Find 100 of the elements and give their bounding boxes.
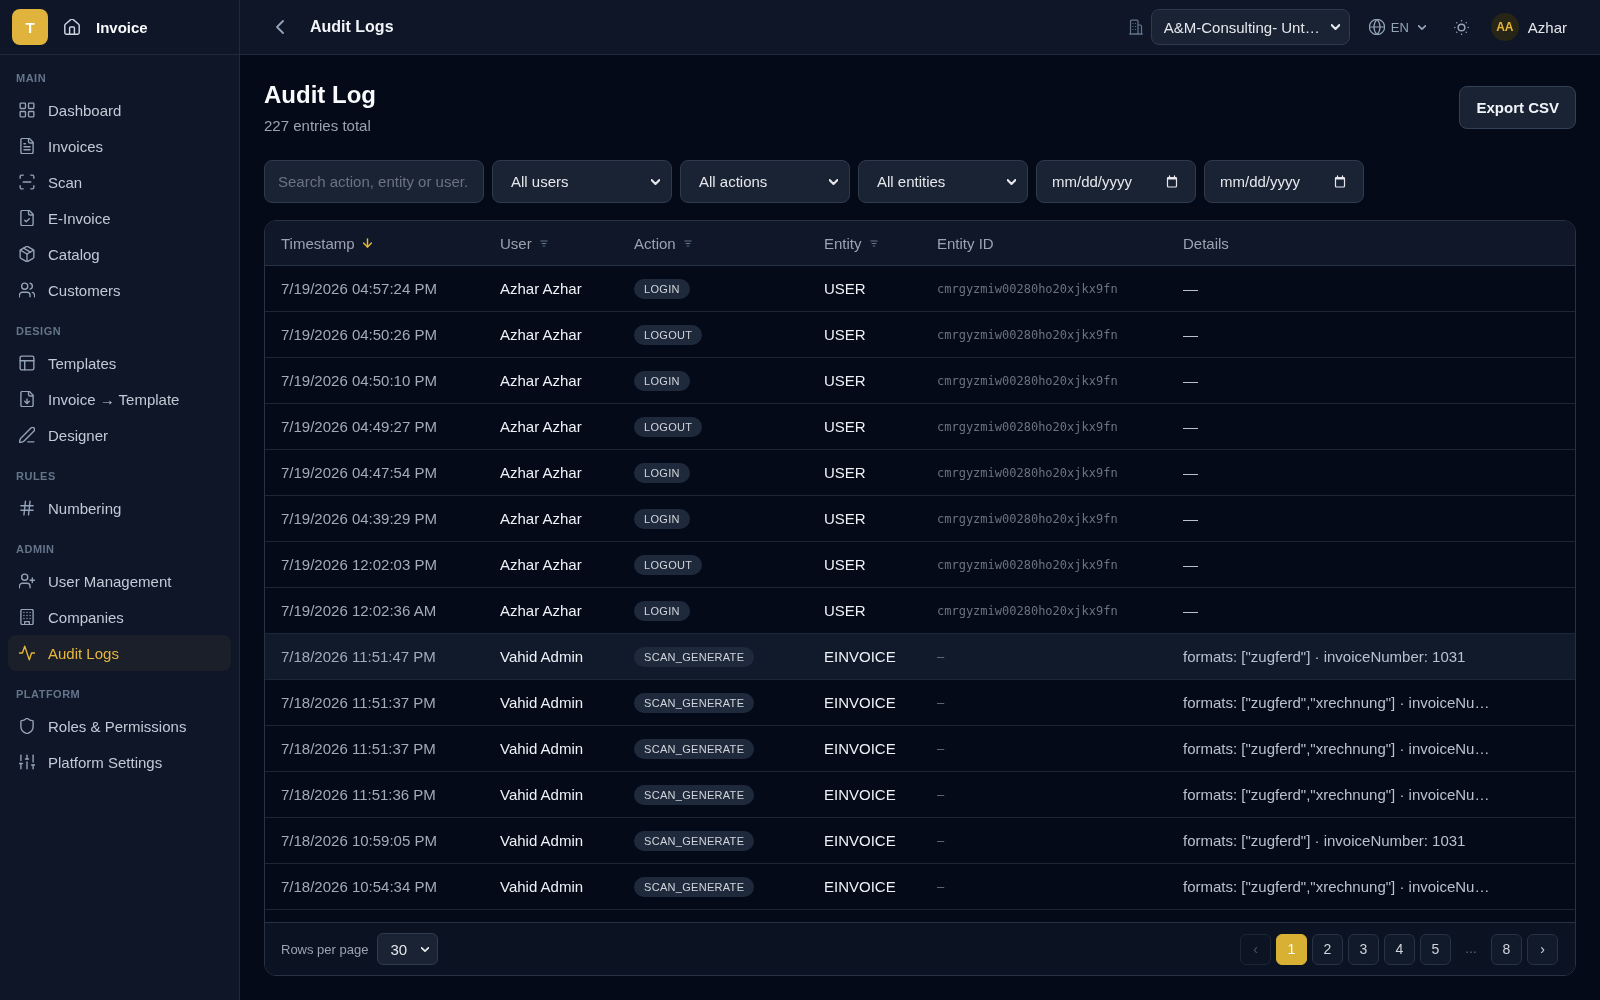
nav-item[interactable]: E-Invoice bbox=[8, 200, 231, 236]
nav-item[interactable]: Catalog bbox=[8, 236, 231, 272]
page-button[interactable]: 4 bbox=[1384, 933, 1415, 965]
document-icon bbox=[19, 138, 35, 154]
chevron-down-icon bbox=[829, 178, 838, 185]
column-header[interactable]: User bbox=[500, 234, 548, 252]
timestamp-text: 7/19/2026 12:02:03 PM bbox=[281, 556, 437, 573]
user-text: Azhar Azhar bbox=[500, 418, 582, 435]
nav-item[interactable]: Scan bbox=[8, 164, 231, 200]
entity-id-text: – bbox=[937, 695, 945, 710]
nav-item[interactable]: User Management bbox=[8, 563, 231, 599]
user-text: Azhar Azhar bbox=[500, 280, 582, 297]
entity-id-text: cmrgyzmiw00280ho20xjkx9fn bbox=[937, 373, 1118, 388]
filter-select[interactable]: All actions bbox=[680, 160, 850, 203]
action-badge: SCAN_GENERATE bbox=[634, 646, 755, 667]
entity-id-text: cmrgyzmiw00280ho20xjkx9fn bbox=[937, 419, 1118, 434]
section-label: ADMIN bbox=[16, 542, 55, 557]
action-badge: LOGIN bbox=[634, 508, 690, 529]
details-text: formats: ["zugferd","xrechnung"] · invoiceNu… bbox=[1183, 878, 1490, 895]
avatar[interactable]: AA bbox=[1490, 13, 1519, 41]
details-text: — bbox=[1183, 556, 1198, 573]
nav-item[interactable]: Designer bbox=[8, 417, 231, 453]
grid-icon bbox=[19, 102, 35, 118]
search-field[interactable]: Search action, entity or user. bbox=[264, 160, 484, 203]
page-button[interactable]: 3 bbox=[1348, 933, 1379, 965]
entity-id-text: – bbox=[937, 649, 945, 664]
user-name: Azhar bbox=[1527, 18, 1567, 36]
timestamp-text: 7/19/2026 04:50:10 PM bbox=[281, 372, 437, 389]
entity-id-text: cmrgyzmiw00280ho20xjkx9fn bbox=[937, 281, 1118, 296]
entity-text: EINVOICE bbox=[824, 786, 896, 803]
nav-item[interactable]: Templates bbox=[8, 345, 231, 381]
rows-per-page-select[interactable]: 30 bbox=[377, 933, 439, 965]
page-button[interactable]: 2 bbox=[1312, 933, 1343, 965]
column-header[interactable]: Action bbox=[634, 234, 692, 252]
document-check-icon bbox=[19, 210, 35, 226]
home-icon[interactable] bbox=[64, 19, 80, 35]
filter-select[interactable]: All users bbox=[492, 160, 672, 203]
calendar-icon[interactable] bbox=[1334, 175, 1346, 188]
date-field[interactable]: mm/dd/yyyy bbox=[1036, 160, 1196, 203]
details-text: formats: ["zugferd"] · invoiceNumber: 1031 bbox=[1183, 648, 1466, 665]
section-label: PLATFORM bbox=[16, 687, 81, 702]
details-text: — bbox=[1183, 418, 1198, 435]
entity-text: USER bbox=[824, 280, 866, 297]
user-text: Vahid Admin bbox=[500, 694, 584, 711]
calendar-icon[interactable] bbox=[1166, 175, 1178, 188]
user-text: Vahid Admin bbox=[500, 740, 584, 757]
box-icon bbox=[19, 246, 35, 262]
chevron-down-icon bbox=[1330, 24, 1340, 30]
chevron-left-icon[interactable] bbox=[276, 20, 284, 34]
action-badge: LOGOUT bbox=[634, 324, 703, 345]
details-text: — bbox=[1183, 372, 1198, 389]
section-label: DESIGN bbox=[16, 324, 62, 339]
nav-item[interactable]: Invoice → Template bbox=[8, 381, 231, 417]
action-badge: LOGOUT bbox=[634, 554, 703, 575]
nav-item[interactable]: Roles & Permissions bbox=[8, 708, 231, 744]
column-header[interactable]: Timestamp bbox=[281, 234, 372, 252]
entity-text: EINVOICE bbox=[824, 878, 896, 895]
app-name: Invoice bbox=[96, 18, 148, 36]
nav-item[interactable]: Customers bbox=[8, 272, 231, 308]
chevron-down-icon bbox=[651, 178, 660, 185]
user-text: Vahid Admin bbox=[500, 786, 584, 803]
export-button[interactable]: Export CSV bbox=[1459, 86, 1576, 129]
nav-item[interactable]: Numbering bbox=[8, 490, 231, 526]
page-button[interactable]: 5 bbox=[1420, 933, 1451, 965]
details-text: — bbox=[1183, 326, 1198, 343]
column-header: Details bbox=[1183, 234, 1229, 252]
app-logo: T bbox=[12, 9, 48, 45]
nav-item[interactable]: Companies bbox=[8, 599, 231, 635]
action-badge: LOGIN bbox=[634, 278, 690, 299]
sun-icon[interactable] bbox=[1453, 19, 1469, 35]
entity-id-text: – bbox=[937, 787, 945, 802]
entry-count: 227 entries total bbox=[264, 116, 371, 136]
user-text: Vahid Admin bbox=[500, 648, 584, 665]
action-badge: LOGIN bbox=[634, 462, 690, 483]
entity-id-text: – bbox=[937, 741, 945, 756]
page-ellipsis: … bbox=[1465, 942, 1477, 956]
nav-item[interactable]: Invoices bbox=[8, 128, 231, 164]
column-header[interactable]: Entity bbox=[824, 234, 878, 252]
nav-item[interactable]: Audit Logs bbox=[8, 635, 231, 671]
entity-text: USER bbox=[824, 556, 866, 573]
language-menu[interactable]: EN bbox=[1368, 19, 1426, 35]
hash-icon bbox=[19, 500, 35, 516]
section-label: RULES bbox=[16, 469, 56, 484]
date-field[interactable]: mm/dd/yyyy bbox=[1204, 160, 1364, 203]
entity-text: USER bbox=[824, 510, 866, 527]
action-badge: SCAN_GENERATE bbox=[634, 876, 755, 897]
user-text: Azhar Azhar bbox=[500, 372, 582, 389]
next-page-button[interactable]: › bbox=[1527, 933, 1558, 965]
entity-text: USER bbox=[824, 372, 866, 389]
company-select[interactable]: A&M-Consulting- Unt… bbox=[1150, 9, 1350, 45]
action-badge: LOGIN bbox=[634, 370, 690, 391]
action-badge: SCAN_GENERATE bbox=[634, 830, 755, 851]
filter-select[interactable]: All entities bbox=[858, 160, 1028, 203]
action-badge: SCAN_GENERATE bbox=[634, 692, 755, 713]
nav-item[interactable]: Dashboard bbox=[8, 92, 231, 128]
page-button[interactable]: 8 bbox=[1491, 933, 1522, 965]
nav-item[interactable]: Platform Settings bbox=[8, 744, 231, 780]
user-text: Azhar Azhar bbox=[500, 464, 582, 481]
timestamp-text: 7/19/2026 04:57:24 PM bbox=[281, 280, 437, 297]
entity-id-text: cmrgyzmiw00280ho20xjkx9fn bbox=[937, 465, 1118, 480]
